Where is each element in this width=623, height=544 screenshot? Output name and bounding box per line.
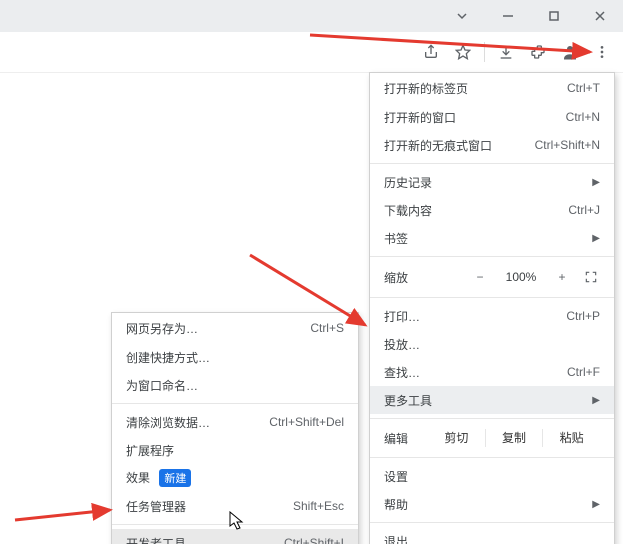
submenu-performance[interactable]: 效果 新建 [112, 464, 358, 492]
window-minimize-button[interactable] [485, 0, 531, 32]
menu-more-tools[interactable]: 更多工具 ▶ [370, 386, 614, 414]
more-tools-submenu: 网页另存为… Ctrl+S 创建快捷方式… 为窗口命名… 清除浏览数据… Ctr… [111, 312, 359, 544]
menu-help[interactable]: 帮助 ▶ [370, 490, 614, 518]
menu-shortcut: Ctrl+Shift+Del [269, 415, 344, 429]
menu-new-tab[interactable]: 打开新的标签页 Ctrl+T [370, 73, 614, 103]
menu-label: 效果 新建 [126, 469, 344, 487]
submenu-arrow-icon: ▶ [592, 395, 600, 406]
menu-shortcut: Ctrl+P [566, 309, 600, 323]
menu-label: 退出 [384, 533, 600, 544]
browser-toolbar [0, 32, 623, 73]
star-icon[interactable] [448, 37, 478, 67]
menu-history[interactable]: 历史记录 ▶ [370, 168, 614, 196]
submenu-arrow-icon: ▶ [592, 177, 600, 188]
menu-label: 创建快捷方式… [126, 349, 344, 366]
profile-icon[interactable] [555, 37, 585, 67]
edit-cut-button[interactable]: 剪切 [428, 429, 485, 447]
menu-bookmarks[interactable]: 书签 ▶ [370, 224, 614, 252]
zoom-in-button[interactable]: + [552, 270, 572, 284]
menu-exit[interactable]: 退出 [370, 527, 614, 544]
menu-separator [112, 403, 358, 404]
zoom-out-button[interactable]: − [470, 270, 490, 284]
zoom-percent: 100% [500, 270, 542, 284]
menu-shortcut: Shift+Esc [293, 499, 344, 513]
window-titlebar [0, 0, 623, 32]
menu-shortcut: Ctrl+Shift+I [284, 536, 344, 544]
submenu-arrow-icon: ▶ [592, 233, 600, 244]
menu-label: 任务管理器 [126, 498, 293, 515]
menu-label: 打开新的无痕式窗口 [384, 137, 535, 154]
menu-label: 更多工具 [384, 392, 584, 409]
window-controls [439, 0, 623, 32]
window-close-button[interactable] [577, 0, 623, 32]
menu-label: 下载内容 [384, 202, 568, 219]
menu-label: 投放… [384, 336, 600, 353]
menu-separator [370, 297, 614, 298]
menu-downloads[interactable]: 下载内容 Ctrl+J [370, 196, 614, 224]
submenu-task-manager[interactable]: 任务管理器 Shift+Esc [112, 492, 358, 520]
menu-shortcut: Ctrl+J [568, 203, 600, 217]
submenu-create-shortcut[interactable]: 创建快捷方式… [112, 343, 358, 371]
menu-zoom-row: 缩放 − 100% + [370, 261, 614, 293]
menu-new-incognito[interactable]: 打开新的无痕式窗口 Ctrl+Shift+N [370, 131, 614, 159]
submenu-name-window[interactable]: 为窗口命名… [112, 371, 358, 399]
menu-edit-row: 编辑 剪切 复制 粘贴 [370, 423, 614, 453]
submenu-extensions[interactable]: 扩展程序 [112, 436, 358, 464]
menu-separator [112, 524, 358, 525]
menu-label: 开发者工具 [126, 535, 284, 544]
menu-label: 打开新的标签页 [384, 80, 567, 97]
submenu-save-as[interactable]: 网页另存为… Ctrl+S [112, 313, 358, 343]
menu-shortcut: Ctrl+S [310, 321, 344, 335]
menu-separator [370, 163, 614, 164]
menu-shortcut: Ctrl+T [567, 81, 600, 95]
main-menu: 打开新的标签页 Ctrl+T 打开新的窗口 Ctrl+N 打开新的无痕式窗口 C… [369, 72, 615, 544]
submenu-dev-tools[interactable]: 开发者工具 Ctrl+Shift+I [112, 529, 358, 544]
menu-new-window[interactable]: 打开新的窗口 Ctrl+N [370, 103, 614, 131]
menu-label: 帮助 [384, 496, 584, 513]
menu-shortcut: Ctrl+F [567, 365, 600, 379]
menu-label: 查找… [384, 364, 567, 381]
menu-settings[interactable]: 设置 [370, 462, 614, 490]
menu-separator [370, 256, 614, 257]
fullscreen-icon[interactable] [582, 270, 600, 284]
edit-copy-button[interactable]: 复制 [485, 429, 543, 447]
download-icon[interactable] [491, 37, 521, 67]
window-maximize-button[interactable] [531, 0, 577, 32]
menu-find[interactable]: 查找… Ctrl+F [370, 358, 614, 386]
share-icon[interactable] [416, 37, 446, 67]
toolbar-separator [484, 42, 485, 62]
menu-label: 扩展程序 [126, 442, 344, 459]
menu-label: 书签 [384, 230, 584, 247]
menu-label: 缩放 [384, 269, 408, 286]
menu-print[interactable]: 打印… Ctrl+P [370, 302, 614, 330]
menu-label: 打开新的窗口 [384, 109, 566, 126]
menu-label: 编辑 [384, 430, 408, 447]
kebab-menu-icon[interactable] [587, 37, 617, 67]
menu-label: 为窗口命名… [126, 377, 344, 394]
menu-label: 清除浏览数据… [126, 414, 269, 431]
window-tab-dropdown-icon[interactable] [439, 0, 485, 32]
menu-label: 历史记录 [384, 174, 584, 191]
new-badge: 新建 [159, 469, 191, 487]
edit-paste-button[interactable]: 粘贴 [542, 429, 600, 447]
menu-label: 设置 [384, 468, 600, 485]
extensions-icon[interactable] [523, 37, 553, 67]
submenu-arrow-icon: ▶ [592, 499, 600, 510]
menu-text: 效果 [126, 471, 150, 485]
menu-separator [370, 418, 614, 419]
menu-cast[interactable]: 投放… [370, 330, 614, 358]
menu-label: 打印… [384, 308, 566, 325]
menu-separator [370, 457, 614, 458]
menu-shortcut: Ctrl+N [566, 110, 600, 124]
toolbar-right-group [416, 32, 617, 72]
menu-shortcut: Ctrl+Shift+N [535, 138, 600, 152]
submenu-clear-data[interactable]: 清除浏览数据… Ctrl+Shift+Del [112, 408, 358, 436]
menu-label: 网页另存为… [126, 320, 310, 337]
menu-separator [370, 522, 614, 523]
